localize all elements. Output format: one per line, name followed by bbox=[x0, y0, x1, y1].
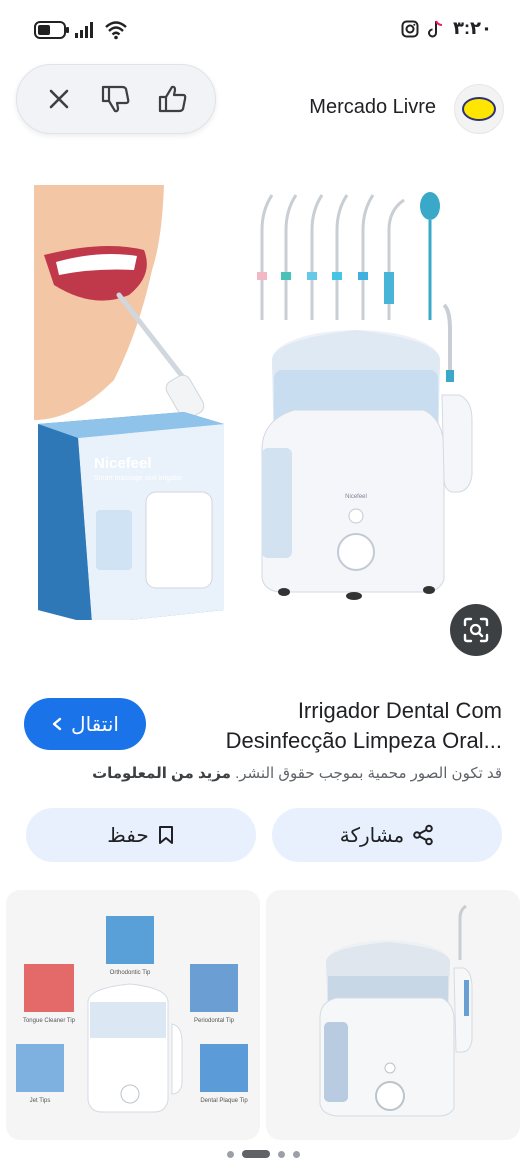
status-bar: ٣:٢٠ bbox=[0, 0, 526, 62]
chevron-icon bbox=[52, 717, 62, 731]
feedback-pill bbox=[16, 64, 216, 134]
close-icon bbox=[50, 89, 69, 109]
device-brand-text: Nicefeel bbox=[345, 494, 367, 500]
related-card-device[interactable] bbox=[266, 890, 520, 1140]
mercado-livre-logo-icon bbox=[462, 97, 496, 121]
source-bar: Mercado Livre bbox=[0, 62, 526, 170]
page-dot[interactable] bbox=[292, 1150, 300, 1158]
related-illustration-2 bbox=[319, 904, 473, 1117]
copyright-notice: قد تكون الصور محمية بموجب حقوق النشر. مز… bbox=[22, 764, 502, 782]
tips-row bbox=[257, 192, 440, 320]
box-device-image bbox=[145, 491, 213, 589]
title-line-1: Irrigador Dental Com bbox=[297, 698, 502, 723]
box-panel bbox=[96, 510, 132, 570]
page-dot[interactable] bbox=[277, 1150, 285, 1158]
label-plaque: Dental Plaque Tip bbox=[200, 1098, 248, 1104]
instagram-icon bbox=[401, 20, 419, 37]
box-subtitle-text: Smart massage oral irrigator bbox=[94, 475, 183, 482]
action-row: حفظ مشاركة bbox=[26, 808, 502, 862]
box-brand-text: Nicefeel bbox=[94, 455, 152, 472]
tiktok-icon bbox=[428, 20, 443, 37]
face-shape bbox=[34, 185, 164, 420]
label-tongue: Tongue Cleaner Tip bbox=[23, 1018, 76, 1024]
bookmark-icon bbox=[158, 826, 173, 844]
signal-icon bbox=[75, 22, 93, 38]
share-button[interactable]: مشاركة bbox=[272, 808, 502, 862]
save-label: حفظ bbox=[107, 824, 149, 847]
related-illustration-1: Orthodontic Tip Tongue Cleaner Tip Perio… bbox=[16, 916, 248, 1113]
thumbs-up-button[interactable] bbox=[153, 79, 193, 119]
label-jet: Jet Tips bbox=[30, 1098, 51, 1104]
pagination-dots bbox=[0, 1150, 526, 1158]
device-drawing: Nicefeel bbox=[261, 303, 473, 600]
thumbs-down-button[interactable] bbox=[96, 79, 136, 119]
visit-button[interactable]: انتقال bbox=[24, 698, 146, 750]
product-illustration: Nicefeel Smart massage oral irrigator Ni… bbox=[34, 185, 473, 624]
title-line-2: Desinfecção Limpeza Oral... bbox=[225, 728, 502, 753]
thumbs-up-icon bbox=[158, 85, 186, 113]
label-periodontal: Periodontal Tip bbox=[194, 1018, 235, 1024]
related-card-tips[interactable]: Orthodontic Tip Tongue Cleaner Tip Perio… bbox=[6, 890, 260, 1140]
visit-button-label: انتقال bbox=[71, 713, 119, 736]
more-info-link[interactable]: مزيد من المعلومات bbox=[92, 765, 231, 782]
status-icons-left bbox=[34, 20, 128, 40]
lens-button[interactable] bbox=[450, 604, 502, 656]
battery-icon bbox=[34, 21, 69, 39]
share-label: مشاركة bbox=[339, 824, 405, 847]
lens-icon bbox=[463, 617, 489, 643]
status-icons-right: ٣:٢٠ bbox=[401, 18, 492, 39]
save-button[interactable]: حفظ bbox=[26, 808, 256, 862]
source-name[interactable]: Mercado Livre bbox=[309, 96, 436, 119]
wifi-icon bbox=[105, 21, 127, 40]
clock: ٣:٢٠ bbox=[453, 18, 492, 38]
source-logo[interactable] bbox=[454, 84, 504, 134]
product-image[interactable]: Nicefeel Smart massage oral irrigator Ni… bbox=[34, 180, 480, 624]
title-row: انتقال Irrigador Dental Com Desinfecção … bbox=[0, 696, 526, 756]
related-images: Orthodontic Tip Tongue Cleaner Tip Perio… bbox=[6, 890, 520, 1140]
close-button[interactable] bbox=[39, 79, 79, 119]
page-title[interactable]: Irrigador Dental Com Desinfecção Limpeza… bbox=[172, 696, 502, 756]
page-dot-active[interactable] bbox=[241, 1150, 270, 1158]
page-dot[interactable] bbox=[226, 1150, 234, 1158]
label-orthodontic: Orthodontic Tip bbox=[110, 970, 151, 976]
copyright-text: قد تكون الصور محمية بموجب حقوق النشر. bbox=[235, 765, 502, 782]
share-icon bbox=[413, 824, 434, 846]
thumbs-down-icon bbox=[101, 85, 130, 113]
